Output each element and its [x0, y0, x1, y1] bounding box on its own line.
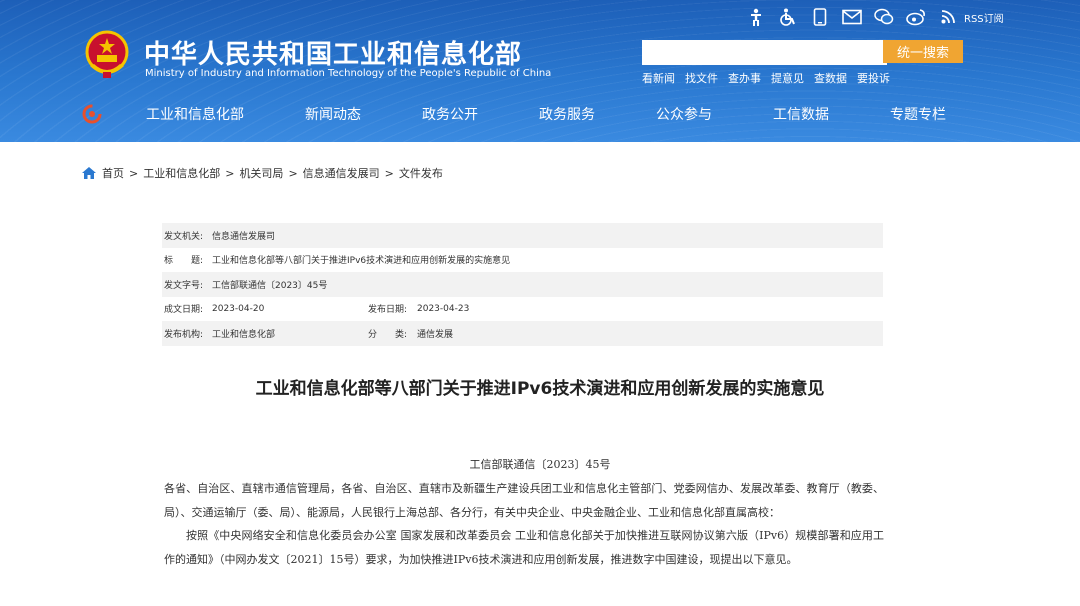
main-nav: 工业和信息化部 新闻动态 政务公开 政务服务 公众参与 工信数据 专题专栏 [0, 98, 1080, 130]
site-subtitle: Ministry of Industry and Information Tec… [145, 68, 552, 79]
meta-value-category: 通信发展 [417, 329, 454, 340]
site-title[interactable]: 中华人民共和国工业和信息化部 [144, 34, 522, 71]
rss-subscribe-link[interactable]: RSS订阅 [964, 10, 1004, 25]
meta-label: 标 题: [164, 256, 204, 267]
meta-row-issuer: 发文机关: 信息通信发展司 [162, 223, 883, 248]
breadcrumb-separator: > [288, 166, 298, 180]
breadcrumb-departments[interactable]: 机关司局 [239, 165, 283, 181]
nav-item-topics[interactable]: 专题专栏 [890, 104, 946, 124]
breadcrumb-telecom-dept[interactable]: 信息通信发展司 [303, 165, 380, 181]
meta-label: 发布日期: [368, 305, 408, 316]
mobile-icon[interactable] [810, 7, 830, 27]
meta-value-title: 工业和信息化部等八部门关于推进IPv6技术演进和应用创新发展的实施意见 [212, 256, 511, 267]
meta-row-org: 发布机构: 工业和信息化部 分 类: 通信发展 [162, 321, 883, 346]
meta-value-published: 2023-04-23 [417, 303, 470, 314]
breadcrumb-ministry[interactable]: 工业和信息化部 [143, 165, 220, 181]
home-icon [82, 167, 96, 179]
mail-icon[interactable] [842, 7, 862, 27]
quick-links: 看新闻 找文件 查办事 提意见 查数据 要投诉 [642, 70, 890, 86]
article-body: 各省、自治区、直辖市通信管理局，各省、自治区、直辖市及新疆生产建设兵团工业和信息… [164, 477, 884, 571]
unified-search-button[interactable]: 统一搜索 [883, 40, 963, 63]
quick-link-complaint[interactable]: 要投诉 [857, 70, 890, 86]
breadcrumb: 首页 > 工业和信息化部 > 机关司局 > 信息通信发展司 > 文件发布 [82, 165, 443, 181]
nav-item-data[interactable]: 工信数据 [773, 104, 829, 124]
site-header: 中华人民共和国工业和信息化部 Ministry of Industry and … [0, 0, 1080, 142]
article-doc-number: 工信部联通信〔2023〕45号 [469, 458, 611, 471]
nav-item-participation[interactable]: 公众参与 [656, 104, 712, 124]
meta-row-title: 标 题: 工业和信息化部等八部门关于推进IPv6技术演进和应用创新发展的实施意见 [162, 248, 883, 273]
breadcrumb-file-release[interactable]: 文件发布 [399, 165, 443, 181]
nav-item-news[interactable]: 新闻动态 [305, 104, 361, 124]
meta-label: 分 类: [368, 329, 408, 340]
quick-link-files[interactable]: 找文件 [685, 70, 718, 86]
meta-value-issuer: 信息通信发展司 [212, 231, 276, 242]
article-title: 工业和信息化部等八部门关于推进IPv6技术演进和应用创新发展的实施意见 [255, 379, 825, 399]
ministry-logo-icon[interactable] [82, 104, 102, 124]
wechat-icon[interactable] [874, 7, 894, 27]
breadcrumb-home[interactable]: 首页 [102, 165, 124, 181]
nav-item-services[interactable]: 政务服务 [539, 104, 595, 124]
meta-label: 发文字号: [164, 280, 204, 291]
search-input[interactable] [642, 40, 887, 65]
quick-link-feedback[interactable]: 提意见 [771, 70, 804, 86]
meta-label: 成文日期: [164, 305, 204, 316]
meta-value-created: 2023-04-20 [212, 303, 265, 314]
meta-label: 发文机关: [164, 231, 204, 242]
quick-link-data[interactable]: 查数据 [814, 70, 847, 86]
rss-icon[interactable] [938, 7, 958, 27]
meta-value-org: 工业和信息化部 [212, 329, 276, 340]
breadcrumb-separator: > [225, 166, 235, 180]
meta-row-docno: 发文字号: 工信部联通信〔2023〕45号 [162, 272, 883, 297]
weibo-icon[interactable] [906, 7, 926, 27]
wheelchair-icon[interactable] [778, 7, 798, 27]
breadcrumb-separator: > [384, 166, 394, 180]
breadcrumb-separator: > [129, 166, 139, 180]
meta-value-docno: 工信部联通信〔2023〕45号 [212, 280, 328, 291]
document-metadata-table: 发文机关: 信息通信发展司 标 题: 工业和信息化部等八部门关于推进IPv6技术… [162, 223, 883, 346]
national-emblem-icon [85, 30, 129, 78]
nav-item-government-affairs[interactable]: 政务公开 [422, 104, 478, 124]
nav-item-ministry[interactable]: 工业和信息化部 [146, 104, 244, 124]
top-utility-bar: RSS订阅 [746, 6, 1004, 28]
article-paragraph: 按照《中央网络安全和信息化委员会办公室 国家发展和改革委员会 工业和信息化部关于… [164, 529, 884, 566]
quick-link-services[interactable]: 查办事 [728, 70, 761, 86]
accessibility-person-icon[interactable] [746, 7, 766, 27]
meta-row-dates: 成文日期: 2023-04-20 发布日期: 2023-04-23 [162, 297, 883, 322]
meta-label: 发布机构: [164, 329, 204, 340]
article-recipients: 各省、自治区、直辖市通信管理局，各省、自治区、直辖市及新疆生产建设兵团工业和信息… [164, 482, 884, 519]
quick-link-news[interactable]: 看新闻 [642, 70, 675, 86]
